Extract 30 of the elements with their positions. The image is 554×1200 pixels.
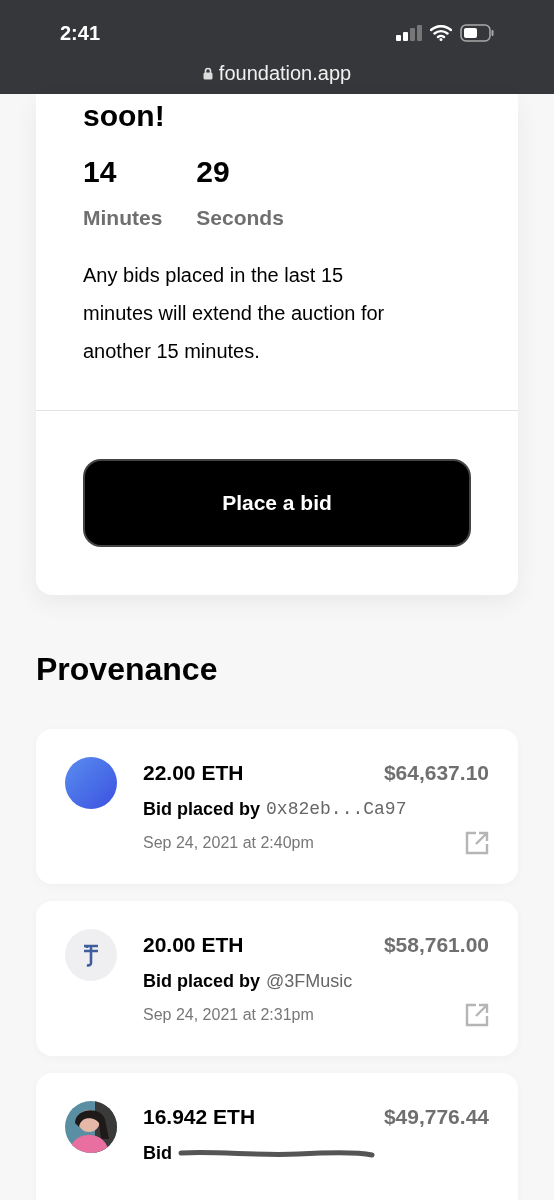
external-link-icon[interactable]: [465, 1003, 489, 1027]
bid-amount: 16.942 ETH: [143, 1103, 256, 1130]
bid-prefix: Bid placed by: [143, 970, 261, 993]
place-bid-button[interactable]: Place a bid: [83, 458, 471, 547]
bid-date: Sep 24, 2021 at 2:40pm: [143, 833, 314, 853]
section-title: Provenance: [36, 649, 219, 689]
logo-icon: [83, 942, 99, 967]
bid-amount: 20.00 ETH: [143, 931, 244, 958]
status-time: 2:41: [60, 21, 101, 46]
countdown-unit: Minutes: [83, 205, 163, 231]
bidder-name[interactable]: 0x82eb...Ca97: [266, 796, 407, 823]
bid-date: Sep 24, 2021 at 2:31pm: [143, 1005, 314, 1025]
bid-usd: $64,637.10: [383, 759, 489, 786]
countdown-value: 14: [83, 154, 118, 190]
battery-icon: [460, 24, 494, 42]
auction-heading: soon!: [83, 98, 166, 134]
address-url[interactable]: foundation.app: [218, 58, 352, 88]
bid-usd: $58,761.00: [383, 931, 489, 958]
external-link-icon[interactable]: [465, 831, 489, 855]
avatar: [65, 756, 117, 809]
signal-icon: [396, 25, 422, 41]
auction-note: Any bids placed in the last 15 minutes will extend the auction for another 15 minutes.: [83, 262, 386, 364]
countdown-unit: Seconds: [196, 205, 284, 231]
bid-prefix: Bid: [143, 1142, 172, 1165]
bid-amount: 22.00 ETH: [143, 759, 244, 786]
bid-usd: $49,776.44: [383, 1103, 489, 1130]
bid-prefix: Bid placed by: [143, 798, 261, 821]
countdown-value: 29: [196, 154, 231, 190]
bidder-name[interactable]: @3FMusic: [266, 968, 353, 995]
wifi-icon: [430, 25, 452, 41]
